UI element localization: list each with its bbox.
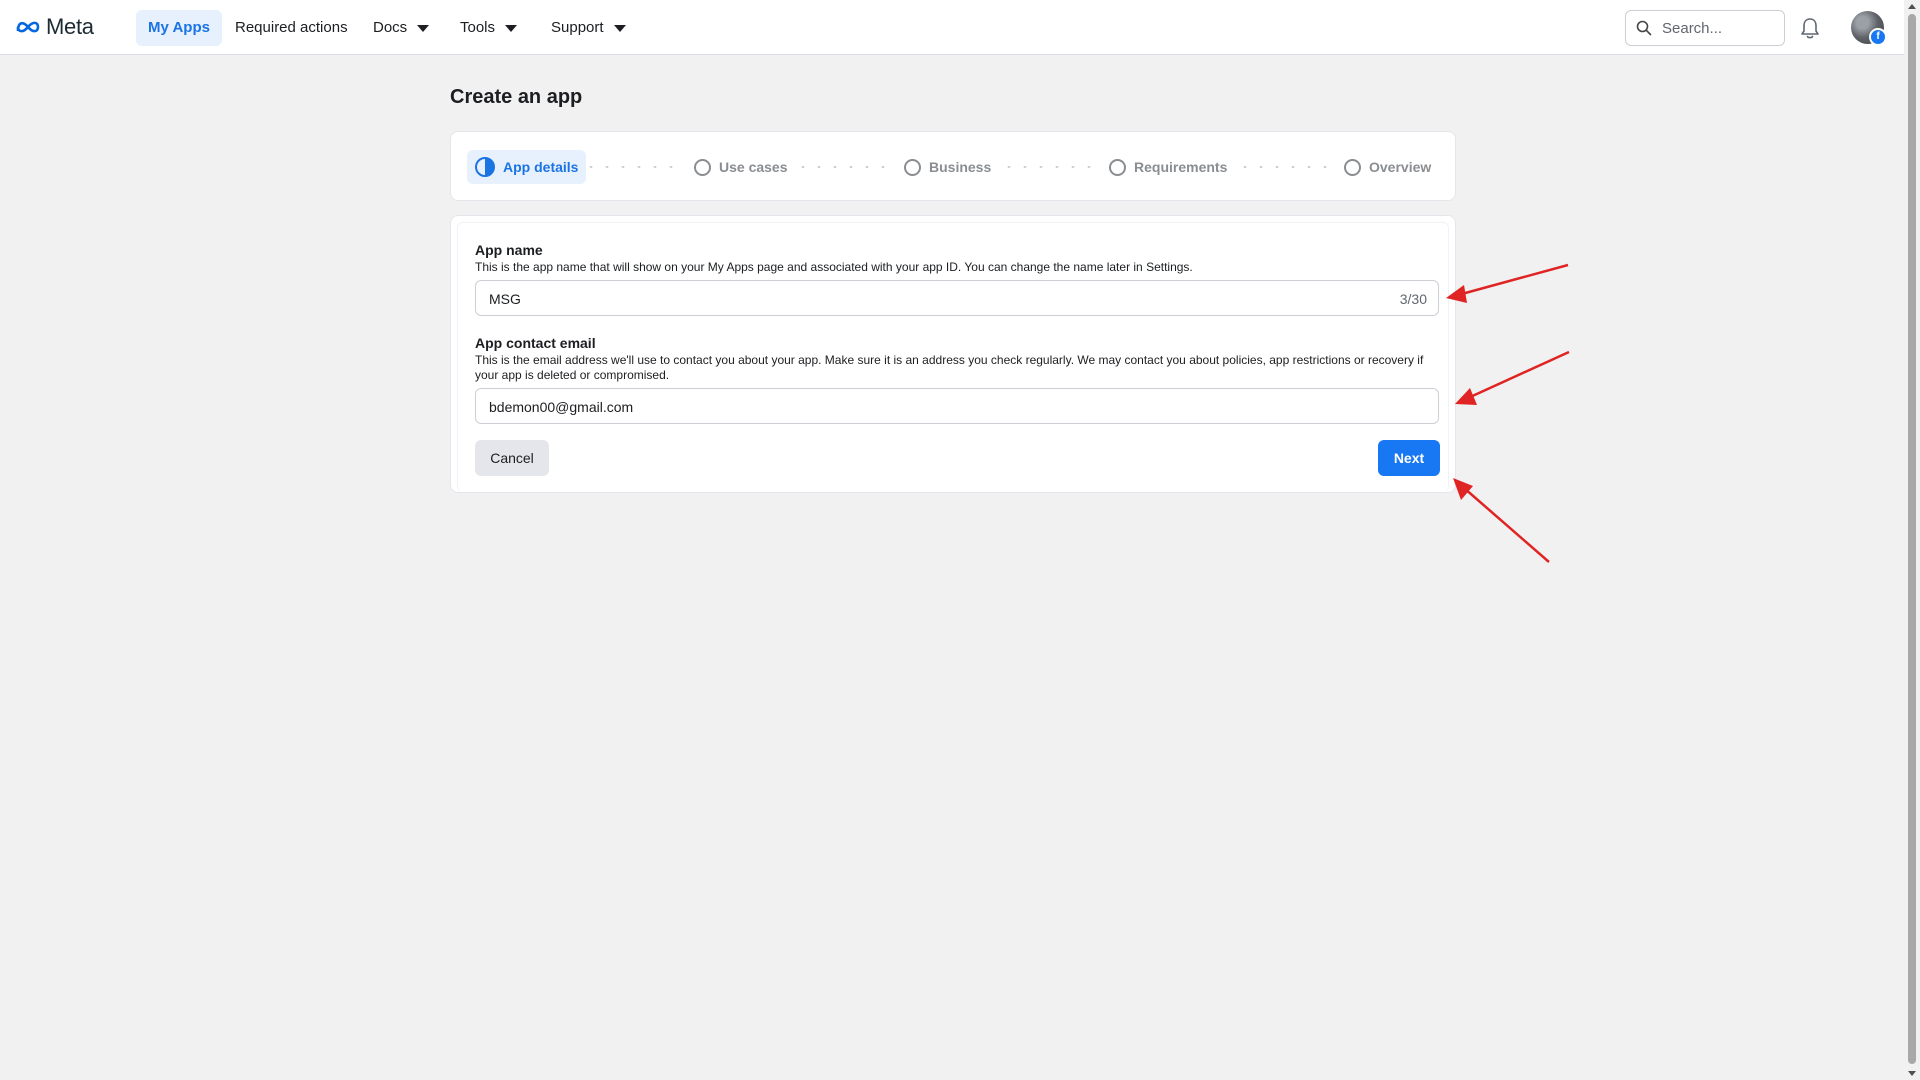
step-overview[interactable]: Overview (1344, 150, 1431, 184)
app-name-char-counter: 3/30 (1399, 291, 1427, 307)
step-app-details-label: App details (503, 159, 579, 175)
step-requirements-label: Requirements (1134, 159, 1228, 175)
app-details-form: App name This is the app name that will … (450, 215, 1456, 493)
notifications-bell-icon[interactable] (1799, 16, 1821, 45)
meta-infinity-icon (16, 21, 40, 33)
nav-my-apps-label: My Apps (148, 19, 210, 36)
app-name-field[interactable]: 3/30 (475, 280, 1439, 317)
meta-logo-text: Meta (46, 14, 94, 39)
app-contact-email-field[interactable] (475, 388, 1439, 425)
app-contact-email-label: App contact email (475, 335, 596, 351)
top-navigation: Meta My Apps Required actions Docs Tools… (0, 0, 1904, 55)
empty-circle-icon (1344, 158, 1361, 176)
meta-logo[interactable]: Meta (15, 14, 94, 40)
app-contact-email-input[interactable] (487, 389, 1291, 425)
nav-support[interactable]: Support (539, 10, 638, 46)
caret-down-icon (505, 24, 518, 32)
app-name-help-text: This is the app name that will show on y… (475, 260, 1193, 274)
step-connector (795, 166, 887, 168)
next-button[interactable]: Next (1378, 440, 1440, 476)
nav-tools[interactable]: Tools (448, 10, 529, 46)
nav-my-apps[interactable]: My Apps (136, 10, 222, 46)
step-use-cases[interactable]: Use cases (694, 150, 788, 184)
annotation-arrow-next-button (1453, 478, 1550, 563)
step-business-label: Business (929, 159, 992, 175)
app-name-input[interactable] (487, 281, 1291, 317)
annotation-arrow-contact-email (1455, 350, 1570, 405)
step-use-cases-label: Use cases (719, 159, 788, 175)
scrollbar-thumb[interactable] (1908, 14, 1916, 1064)
cancel-button[interactable]: Cancel (475, 440, 549, 476)
caret-down-icon (613, 24, 626, 32)
search-input[interactable] (1660, 18, 1774, 38)
app-contact-email-help-text: This is the email address we'll use to c… (475, 353, 1424, 382)
nav-required-actions[interactable]: Required actions (223, 10, 360, 46)
create-app-stepper: App details Use cases Business Requireme… (450, 131, 1456, 201)
nav-support-label: Support (551, 19, 604, 36)
empty-circle-icon (694, 158, 711, 176)
app-name-label: App name (475, 242, 543, 258)
step-requirements[interactable]: Requirements (1109, 150, 1227, 184)
step-overview-label: Overview (1369, 159, 1432, 175)
step-app-details[interactable]: App details (467, 150, 587, 184)
nav-docs-label: Docs (373, 19, 408, 36)
step-connector (1001, 166, 1093, 168)
search-box[interactable] (1625, 10, 1785, 46)
scroll-up-arrow-icon[interactable] (1908, 4, 1916, 9)
page-scrollbar[interactable] (1904, 0, 1920, 1080)
page-title: Create an app (450, 86, 583, 108)
facebook-badge-icon: f (1869, 28, 1887, 46)
annotation-arrow-app-name (1446, 263, 1569, 303)
step-connector (1237, 166, 1329, 168)
nav-docs[interactable]: Docs (361, 10, 441, 46)
user-avatar[interactable]: f (1851, 11, 1887, 46)
empty-circle-icon (904, 158, 921, 176)
search-icon (1636, 20, 1652, 36)
caret-down-icon (417, 24, 430, 32)
nav-required-actions-label: Required actions (235, 19, 348, 36)
empty-circle-icon (1109, 158, 1126, 176)
nav-tools-label: Tools (460, 19, 496, 36)
half-filled-circle-icon (475, 157, 495, 177)
step-business[interactable]: Business (904, 150, 991, 184)
scroll-down-arrow-icon[interactable] (1908, 1071, 1916, 1076)
step-connector (583, 166, 675, 168)
